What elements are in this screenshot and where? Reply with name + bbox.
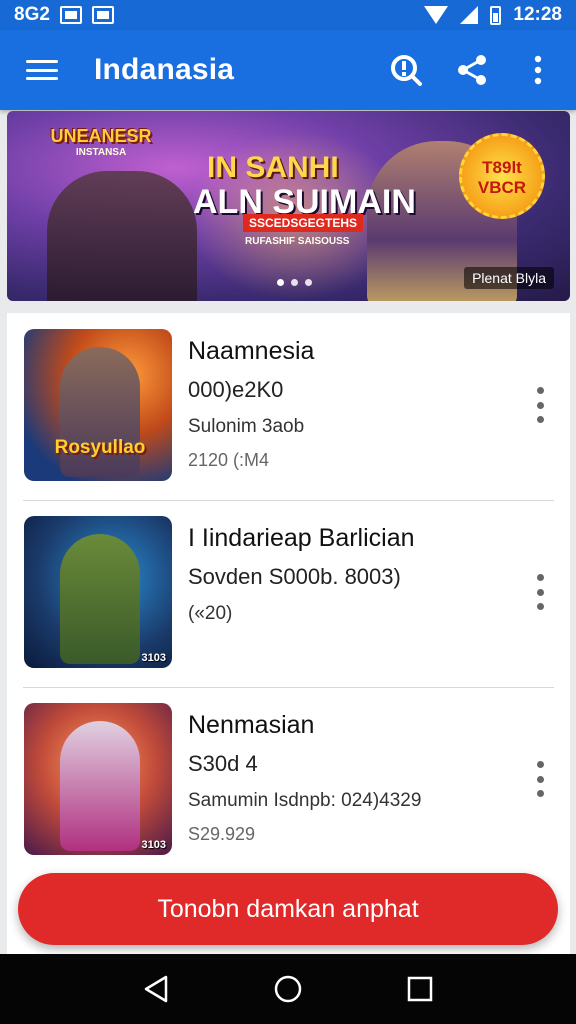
thumbnail-label: 3103 — [141, 839, 166, 851]
status-time: 12:28 — [513, 4, 562, 25]
search-icon[interactable] — [386, 50, 426, 90]
status-bar: 8G2 12:28 — [0, 0, 576, 30]
item-subtitle: Sovden S000b. 8003) — [188, 564, 401, 589]
share-icon[interactable] — [452, 50, 492, 90]
system-nav-bar — [0, 954, 576, 1024]
signal-icon — [460, 6, 479, 24]
item-foot: 2120 (:M4 — [188, 450, 270, 470]
game-thumbnail[interactable]: Rosyullao — [24, 329, 172, 481]
overflow-menu-icon[interactable] — [518, 50, 558, 90]
item-subtitle: S30d 4 — [188, 751, 258, 776]
banner-heroes-image — [47, 171, 197, 301]
thumbnail-label: 3103 — [141, 652, 166, 664]
item-meta: Samumin Isdnpb: 024)4329 — [188, 790, 422, 811]
banner-pagination[interactable] — [277, 279, 312, 286]
game-thumbnail[interactable]: 3103 — [24, 516, 172, 668]
item-title: Nenmasian — [188, 711, 315, 739]
game-list: Rosyullao Naamnesia 000)e2K0 Sulonim 3ao… — [7, 313, 570, 958]
item-meta: Sulonim 3aob — [188, 416, 305, 437]
item-title: I Iindarieap Barlician — [188, 524, 415, 552]
banner-badge: T89lt VBCR — [459, 133, 545, 219]
promo-banner[interactable]: UNEANESR INSTANSA IN SANHI ALN SUIMAIN S… — [7, 111, 570, 301]
battery-icon — [490, 5, 502, 25]
status-carrier-text: 8G2 — [14, 4, 50, 25]
banner-subtag: RUFASHIF SAISOUSS — [245, 236, 350, 247]
list-item[interactable]: Rosyullao Naamnesia 000)e2K0 Sulonim 3ao… — [7, 313, 570, 501]
list-item[interactable]: 3103 I Iindarieap Barlician Sovden S000b… — [7, 500, 570, 688]
banner-dot[interactable] — [277, 279, 284, 286]
banner-dot[interactable] — [305, 279, 312, 286]
banner-caption: Plenat Blyla — [464, 267, 554, 289]
app-title: Indanasia — [94, 53, 235, 86]
back-icon[interactable] — [134, 967, 178, 1011]
home-icon[interactable] — [266, 967, 310, 1011]
recents-icon[interactable] — [398, 967, 442, 1011]
item-title: Naamnesia — [188, 337, 315, 365]
item-foot: S29.929 — [188, 824, 256, 844]
thumbnail-logo: Rosyullao — [54, 437, 146, 458]
wifi-icon — [424, 6, 449, 24]
banner-tag: SSCEDSGEGTEHS — [243, 214, 364, 232]
item-more-icon[interactable] — [528, 757, 552, 801]
gallery-notification-icon — [91, 6, 114, 24]
item-more-icon[interactable] — [528, 570, 552, 614]
app-bar: Indanasia — [0, 30, 576, 110]
item-subtitle: 000)e2K0 — [188, 377, 284, 402]
photo-notification-icon — [59, 6, 82, 24]
game-thumbnail[interactable]: 3103 — [24, 703, 172, 855]
banner-game-logo: UNEANESR INSTANSA — [50, 126, 152, 158]
banner-title-line1: IN SANHI — [207, 151, 339, 184]
banner-dot[interactable] — [291, 279, 298, 286]
menu-icon[interactable] — [24, 56, 60, 84]
download-cta-button[interactable]: Tonobn damkan anphat — [18, 873, 558, 945]
item-more-icon[interactable] — [528, 383, 552, 427]
item-meta: («20) — [188, 603, 233, 624]
list-item[interactable]: 3103 Nenmasian S30d 4 Samumin Isdnpb: 02… — [7, 687, 570, 875]
